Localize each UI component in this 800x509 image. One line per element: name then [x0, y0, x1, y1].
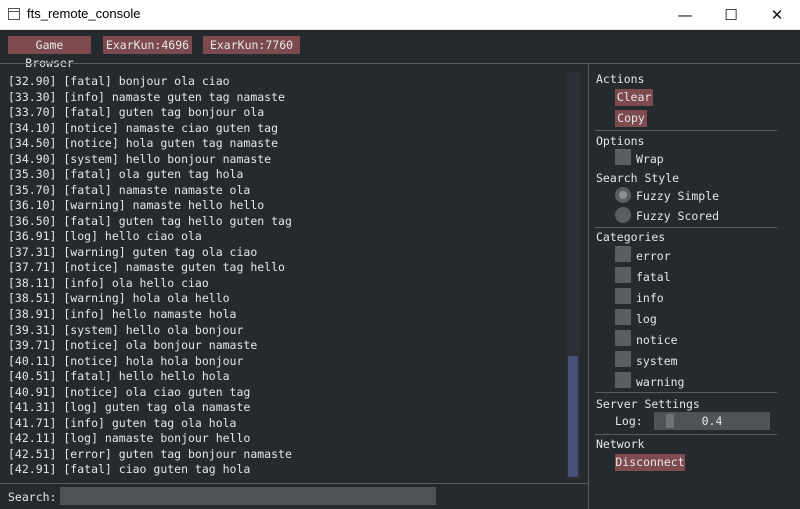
server-settings-divider	[595, 434, 777, 435]
maximize-icon: ☐	[724, 6, 738, 24]
minimize-icon: —	[677, 6, 693, 24]
log-line: [36.50] [fatal] guten tag hello guten ta…	[8, 214, 292, 228]
log-line: [40.91] [notice] ola ciao guten tag	[8, 385, 251, 399]
log-line: [38.11] [info] ola hello ciao	[8, 276, 209, 290]
category-checkbox-fatal[interactable]	[615, 267, 631, 283]
search-style-header: Search Style	[596, 171, 680, 185]
network-header: Network	[596, 437, 645, 451]
log-level-value: 0.4	[701, 414, 723, 428]
search-divider	[0, 483, 588, 484]
category-label-system: system	[636, 354, 678, 368]
tab-game-browser[interactable]: Game Browser	[8, 36, 91, 70]
server-settings-header: Server Settings	[596, 397, 700, 411]
tab-exarkun-7760[interactable]: ExarKun:7760	[203, 36, 300, 54]
maximize-button[interactable]: ☐	[708, 0, 754, 30]
panel-divider	[588, 63, 589, 509]
window-title: fts_remote_console	[27, 6, 141, 21]
wrap-checkbox[interactable]	[615, 149, 631, 165]
category-checkbox-info[interactable]	[615, 288, 631, 304]
log-line: [40.11] [notice] hola hola bonjour	[8, 354, 244, 368]
log-line: [40.51] [fatal] hello hello hola	[8, 369, 230, 383]
category-checkbox-error[interactable]	[615, 246, 631, 262]
close-button[interactable]: ✕	[754, 0, 800, 30]
log-line: [38.91] [info] hello namaste hola	[8, 307, 237, 321]
category-label-fatal: fatal	[636, 270, 671, 284]
copy-button[interactable]: Copy	[615, 110, 647, 127]
log-line: [38.51] [warning] hola ola hello	[8, 291, 230, 305]
title-bar: fts_remote_console — ☐ ✕	[0, 0, 800, 30]
fuzzy-simple-radio[interactable]	[615, 187, 631, 203]
search-style-divider	[595, 227, 777, 228]
category-checkbox-log[interactable]	[615, 309, 631, 325]
log-line: [37.71] [notice] namaste guten tag hello	[8, 260, 285, 274]
log-scrollbar-thumb[interactable]	[568, 356, 578, 477]
tab-bar: Game Browser ExarKun:4696 ExarKun:7760	[0, 30, 800, 70]
app-window-icon	[8, 8, 20, 20]
category-label-error: error	[636, 249, 671, 263]
log-level-label: Log:	[615, 414, 643, 428]
fuzzy-scored-radio[interactable]	[615, 207, 631, 223]
category-label-warning: warning	[636, 375, 685, 389]
category-checkbox-warning[interactable]	[615, 372, 631, 388]
category-checkbox-notice[interactable]	[615, 330, 631, 346]
category-label-log: log	[636, 312, 657, 326]
actions-divider	[595, 130, 777, 131]
categories-divider	[595, 392, 777, 393]
log-line: [41.71] [info] guten tag ola hola	[8, 416, 237, 430]
log-line: [42.11] [log] namaste bonjour hello	[8, 431, 251, 445]
app-client-area: Game Browser ExarKun:4696 ExarKun:7760 […	[0, 30, 800, 509]
minimize-button[interactable]: —	[662, 0, 708, 30]
log-line: [36.10] [warning] namaste hello hello	[8, 198, 265, 212]
close-icon: ✕	[770, 6, 784, 24]
log-line: [37.31] [warning] guten tag ola ciao	[8, 245, 258, 259]
log-line: [36.91] [log] hello ciao ola	[8, 229, 202, 243]
log-line: [39.71] [notice] ola bonjour namaste	[8, 338, 258, 352]
log-line: [35.70] [fatal] namaste namaste ola	[8, 183, 251, 197]
log-line: [33.70] [fatal] guten tag bonjour ola	[8, 105, 265, 119]
wrap-label: Wrap	[636, 152, 664, 166]
log-line: [39.31] [system] hello ola bonjour	[8, 323, 244, 337]
fuzzy-simple-label: Fuzzy Simple	[636, 189, 720, 203]
disconnect-button[interactable]: Disconnect	[615, 454, 685, 471]
log-line: [34.90] [system] hello bonjour namaste	[8, 152, 272, 166]
category-checkbox-system[interactable]	[615, 351, 631, 367]
fuzzy-scored-label: Fuzzy Scored	[636, 209, 720, 223]
options-header: Options	[596, 134, 645, 148]
log-line: [42.91] [fatal] ciao guten tag hola	[8, 462, 251, 476]
categories-header: Categories	[596, 230, 666, 244]
log-line: [34.10] [notice] namaste ciao guten tag	[8, 121, 279, 135]
actions-header: Actions	[596, 72, 645, 86]
tab-exarkun-4696[interactable]: ExarKun:4696	[103, 36, 192, 54]
category-label-info: info	[636, 291, 664, 305]
log-line: [32.90] [fatal] bonjour ola ciao	[8, 74, 230, 88]
log-line: [42.51] [error] guten tag bonjour namast…	[8, 447, 292, 461]
log-line: [34.50] [notice] hola guten tag namaste	[8, 136, 279, 150]
log-level-slider[interactable]: 0.4	[654, 412, 770, 430]
log-line: [41.31] [log] guten tag ola namaste	[8, 400, 251, 414]
tab-bar-divider	[0, 63, 800, 64]
category-label-notice: notice	[636, 333, 678, 347]
search-input[interactable]	[60, 487, 436, 505]
log-scrollbar[interactable]	[566, 72, 580, 479]
log-line: [35.30] [fatal] ola guten tag hola	[8, 167, 244, 181]
log-line: [33.30] [info] namaste guten tag namaste	[8, 90, 285, 104]
clear-button[interactable]: Clear	[615, 89, 653, 106]
search-label: Search:	[8, 490, 57, 504]
